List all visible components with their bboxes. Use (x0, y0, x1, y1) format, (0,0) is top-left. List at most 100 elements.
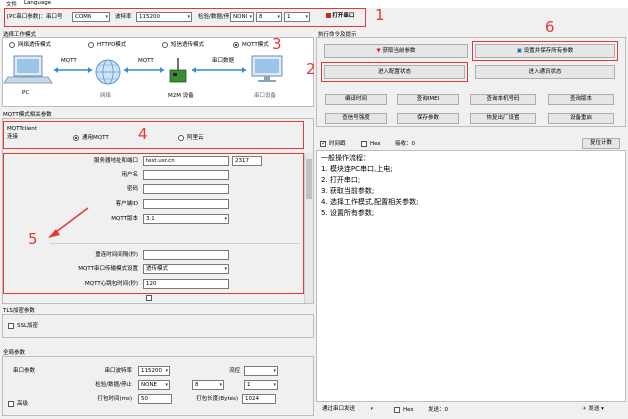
partial-checkbox[interactable] (146, 295, 152, 301)
baud-label: 波特率 (115, 14, 132, 20)
hex-checkbox[interactable] (361, 141, 367, 147)
chevron-down-icon: ▾ (219, 382, 222, 388)
diagram-device: M2M 设备 (168, 93, 194, 99)
cmd-query-version[interactable]: 查询版本 (548, 94, 614, 105)
log-area[interactable]: 一般操作流程： 1. 模块连PC串口,上电; 2. 打开串口; 3. 获取当前参… (316, 150, 626, 402)
diagram-serial-device: 串口设备 (254, 93, 277, 99)
cmd-save-params[interactable]: 保存参数 (397, 113, 459, 124)
username-input[interactable] (143, 170, 229, 180)
save-all-button[interactable]: ▣ 设置并保存所有参数 (475, 44, 615, 58)
recv-count: 接收：0 (395, 141, 415, 147)
radio-mode-0[interactable] (9, 42, 15, 48)
heartbeat-label: MQTT心跳包时间(秒) (85, 281, 138, 287)
global-baud-select[interactable]: 115200 ▾ (138, 366, 170, 376)
global-databits-select[interactable]: 8 ▾ (192, 380, 224, 390)
diagram-link-1: MQTT (61, 58, 77, 64)
mqtt-scrollbar[interactable] (304, 153, 313, 303)
diagram-link-3: 串口数据 (212, 58, 235, 64)
chevron-down-icon: ▾ (277, 14, 280, 20)
reconnect-input[interactable] (143, 250, 229, 260)
timestamp-checkbox[interactable] (320, 140, 326, 147)
stop-icon (325, 13, 331, 18)
send-button[interactable]: ✈ 发送 ▾ (582, 405, 622, 415)
enter-comm-button[interactable]: 进入通讯状态 (475, 65, 615, 79)
baud-select[interactable]: 115200 ▾ (136, 12, 192, 22)
reset-count-button[interactable]: 复位计数 (582, 138, 620, 149)
mode-label-0: 网络透传模式 (18, 42, 52, 48)
chevron-down-icon: ▾ (187, 14, 190, 20)
scrollbar-thumb[interactable] (306, 159, 312, 199)
save-icon: ▣ (516, 48, 522, 54)
log-line: 1. 模块连PC串口,上电; (321, 165, 393, 173)
cmd-reboot[interactable]: 设备重启 (548, 113, 614, 124)
menu-file[interactable]: 文件 (6, 0, 17, 8)
send-icon: ✈ (582, 406, 587, 412)
download-icon: ▼ (376, 48, 381, 54)
global-parity-select[interactable]: NONE ▾ (138, 380, 170, 390)
m2m-device-icon (169, 58, 187, 83)
cmd-factory-reset[interactable]: 恢复出厂设置 (470, 113, 536, 124)
password-input[interactable] (143, 184, 229, 194)
radio-mode-3[interactable] (233, 42, 239, 48)
clientid-label: 客户端ID (115, 201, 138, 207)
open-port-button[interactable]: 打开串口 (318, 12, 362, 23)
chevron-down-icon: ▾ (165, 382, 168, 388)
version-label: MQTT版本 (111, 216, 138, 222)
parity-select[interactable]: NONI ▾ (230, 12, 254, 22)
radio-mode-2[interactable] (162, 42, 168, 48)
stopbits-select[interactable]: 1 ▾ (284, 12, 310, 22)
toolbar: [PC串口参数]：串口号 COM6 ▾ 波特率 115200 ▾ 检验/数据/停止 … (0, 6, 628, 30)
pack-len-input[interactable]: 1024 (242, 394, 276, 404)
send-via-select[interactable]: 通过串口发送 ▾ (320, 405, 374, 415)
chevron-down-icon: ▾ (165, 368, 168, 374)
port-select[interactable]: COM6 ▾ (72, 12, 110, 22)
annotation-5: 5 (28, 230, 38, 248)
double-arrow-icon (124, 67, 164, 73)
double-arrow-icon (192, 67, 246, 73)
get-params-button[interactable]: ▼ 获取当前参数 (324, 44, 468, 58)
transfer-select[interactable]: 透传模式 ▾ (143, 264, 229, 274)
footer-hex-checkbox[interactable] (394, 407, 400, 413)
mode-label-3: MQTT模式 (242, 42, 269, 48)
radio-mode-1[interactable] (88, 42, 94, 48)
ssl-label: SSL加密 (17, 323, 39, 329)
cmd-signal-strength[interactable]: 查信号强度 (325, 113, 387, 124)
mqtt-client-label: MQTTclient (7, 126, 37, 132)
radio-generic-mqtt[interactable] (73, 135, 79, 141)
clientid-input[interactable] (143, 199, 229, 209)
databits-select[interactable]: 8 ▾ (256, 12, 282, 22)
flow-select[interactable]: ▾ (244, 366, 278, 376)
global-stopbits-select[interactable]: 1 ▾ (244, 380, 278, 390)
version-select[interactable]: 3.1 ▾ (143, 214, 229, 224)
heartbeat-input[interactable]: 120 (143, 279, 229, 289)
password-label: 密码 (126, 186, 138, 192)
annotation-6: 6 (545, 18, 555, 36)
cmd-query-number[interactable]: 查询本机号码 (470, 94, 536, 105)
footer-hex-label: Hex (403, 407, 414, 413)
annotation-box-4 (3, 121, 304, 149)
advanced-checkbox[interactable] (8, 401, 14, 407)
chevron-down-icon: ▾ (305, 14, 308, 20)
diagram-pc: PC (22, 90, 30, 96)
annotation-2: 2 (306, 60, 316, 78)
server-input[interactable]: test.usr.cn (143, 156, 229, 166)
ssl-checkbox[interactable] (8, 323, 14, 329)
pack-time-input[interactable]: 50 (138, 394, 172, 404)
annotation-1: 1 (375, 6, 385, 24)
send-count: 发送：0 (428, 407, 448, 413)
port-input[interactable]: 2317 (232, 156, 262, 166)
chevron-down-icon: ▾ (249, 14, 252, 20)
chevron-down-icon: ▾ (370, 406, 373, 412)
cmd-query-imei[interactable]: 查询IMEI (397, 94, 459, 105)
global-baud-label: 串口波特率 (104, 368, 132, 374)
chevron-down-icon: ▾ (224, 216, 227, 222)
chevron-down-icon: ▾ (224, 266, 227, 272)
menu-language[interactable]: Language (24, 0, 51, 6)
global-parity-label: 检验/数据/停止 (95, 382, 132, 388)
radio-aliyun[interactable] (178, 135, 184, 141)
cmd-build-time[interactable]: 编译时间 (325, 94, 387, 105)
serial-params-label: 串口参数 (13, 368, 36, 374)
pack-time-label: 打包时间(ms) (97, 396, 132, 402)
enter-config-button[interactable]: 进入配置状态 (324, 65, 465, 79)
server-label: 服务器地址和端口 (93, 158, 138, 164)
